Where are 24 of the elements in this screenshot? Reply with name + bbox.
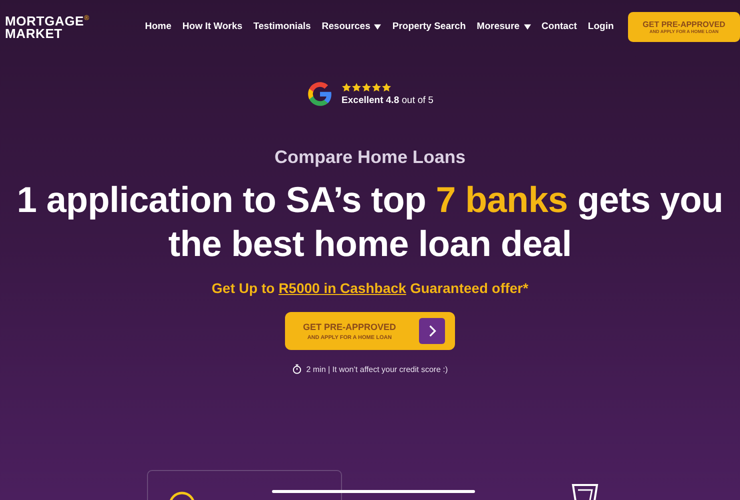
cup-icon [570,482,600,500]
nav-link[interactable]: Property Search [392,21,466,32]
chevron-right-icon [419,318,445,344]
nav-link[interactable]: How It Works [182,21,242,32]
hero-headline: 1 application to SA’s top 7 banks gets you the best home loan deal [16,178,724,266]
nav-link[interactable]: Contact [542,21,577,32]
star-icon [342,82,351,92]
nav-link[interactable]: Home [145,21,172,32]
logo[interactable]: MORTGAGE$^{®}$ MARKET [5,13,105,40]
nav-link[interactable]: Testimonials [253,21,311,32]
cashback-link[interactable]: R5000 in Cashback [278,280,406,296]
star-icon [362,82,371,92]
star-icon [352,82,361,92]
google-logo-icon [306,81,333,107]
nav-link[interactable]: Resources [322,21,382,32]
nav-link[interactable]: Login [588,21,614,32]
eyebrow-heading: Compare Home Loans [274,147,466,168]
offer-text: Get Up to R5000 in Cashback Guaranteed offer* [212,280,528,296]
stopwatch-icon [292,364,302,374]
note-text: 2 min | It won’t affect your credit score :) [306,364,448,374]
nav-link[interactable]: Moresure [476,21,531,32]
star-icon [382,82,391,92]
star-icon [372,82,381,92]
rating-text: Excellent 4.8 out of 5 [342,94,434,106]
